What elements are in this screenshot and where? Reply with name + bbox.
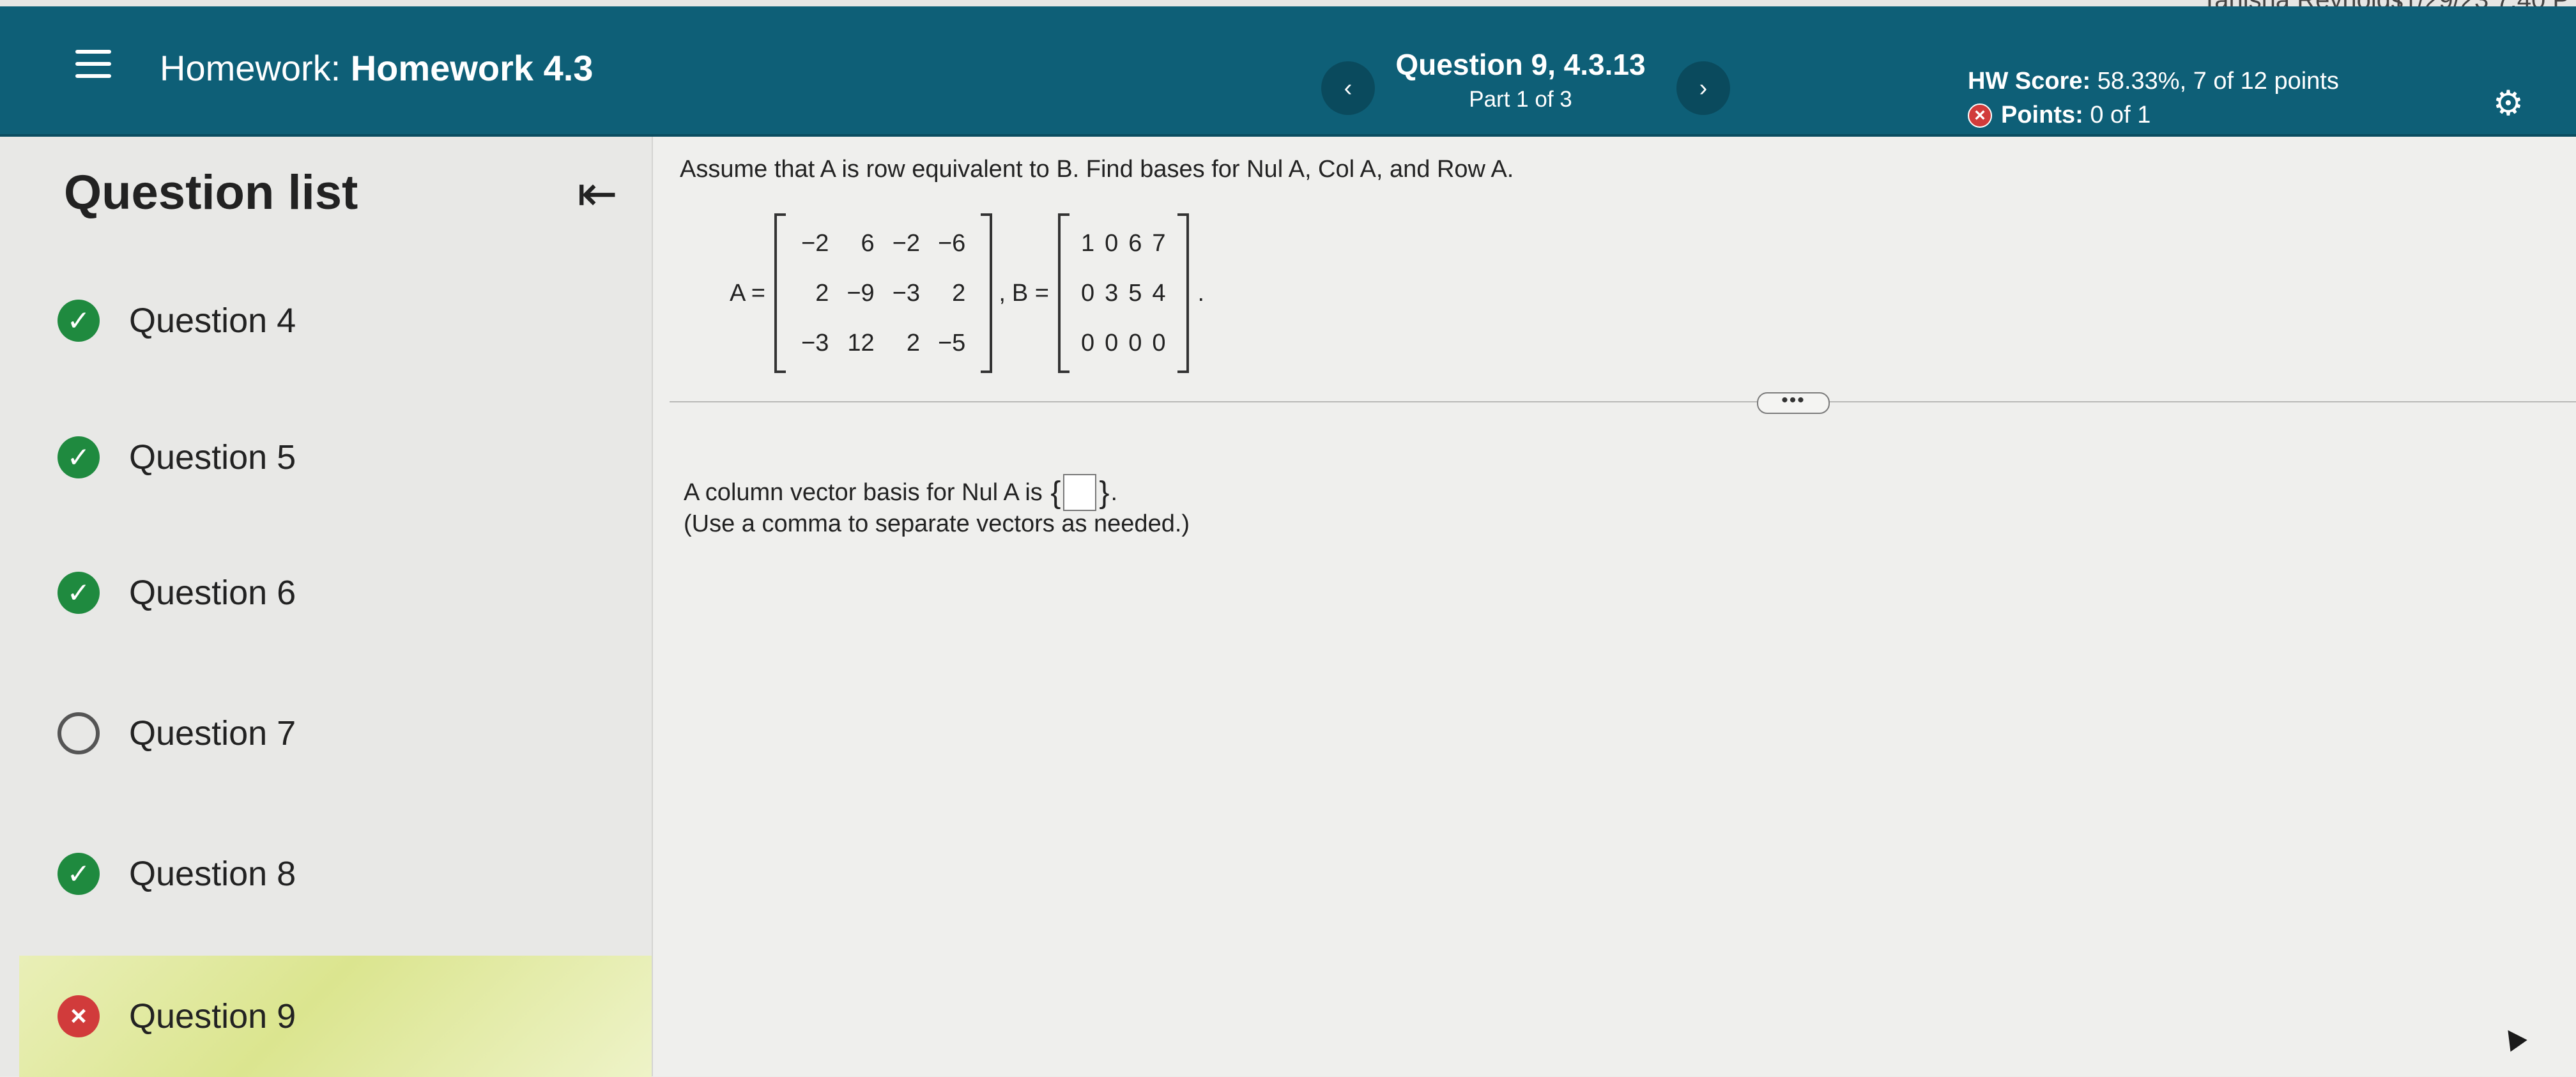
collapse-sidebar-icon[interactable]: ⇤ (562, 169, 632, 220)
question-item-label: Question 4 (129, 302, 296, 340)
matrix-a-cell: 2 (952, 279, 966, 307)
points-row: × Points: 0 of 1 (1968, 102, 2339, 129)
hw-score-value: 58.33%, 7 of 12 points (2097, 68, 2339, 95)
answer-prefix: A column vector basis for Nul A is (684, 478, 1043, 506)
matrix-separator: , (999, 279, 1006, 307)
matrix-a-cell: −9 (847, 279, 875, 307)
chevron-right-icon: › (1699, 74, 1708, 102)
question-title: Question 9, 4.3.13 (1395, 48, 1646, 81)
mouse-cursor-icon (2499, 1024, 2527, 1052)
matrix-b: 1 0 6 7 0 3 5 4 0 0 0 0 (1057, 213, 1189, 373)
matrix-b-cell: 0 (1128, 329, 1142, 356)
section-divider (670, 401, 2576, 402)
question-item-label: Question 9 (129, 997, 296, 1035)
empty-circle-icon (57, 712, 100, 754)
matrix-b-cell: 1 (1080, 229, 1095, 257)
question-list-title: Question list (64, 165, 358, 220)
next-question-button[interactable]: › (1676, 61, 1730, 115)
matrix-b-label: B = (1011, 279, 1049, 307)
question-list-item[interactable]: Question 7 (57, 701, 296, 765)
matrix-b-cell: 7 (1152, 229, 1166, 257)
matrix-a-cell: 6 (861, 229, 875, 257)
question-item-label: Question 7 (129, 714, 296, 752)
homework-title-prefix: Homework: (160, 48, 341, 88)
matrix-b-cell: 6 (1128, 229, 1142, 257)
matrix-a-cell: −5 (937, 329, 966, 356)
menu-icon[interactable] (75, 50, 111, 78)
question-item-label: Question 8 (129, 855, 296, 893)
expand-more-button[interactable]: ••• (1757, 391, 1830, 414)
matrix-a-cell: −2 (892, 229, 920, 257)
matrix-a-cell: −6 (937, 229, 966, 257)
points-label: Points: (2001, 102, 2083, 128)
answer-suffix: . (1110, 478, 1117, 506)
matrix-a-cell: 2 (906, 329, 920, 356)
matrix-a-label: A = (730, 279, 765, 307)
matrix-a: −2 6 −2 −6 2 −9 −3 2 −3 12 2 −5 (774, 213, 993, 373)
question-item-label: Question 5 (129, 438, 296, 477)
matrix-b-cell: 3 (1105, 279, 1119, 307)
answer-line: A column vector basis for Nul A is { } . (684, 474, 1117, 511)
matrix-a-cell: 2 (815, 279, 829, 307)
matrix-a-cell: 12 (847, 329, 875, 356)
matrix-b-cell: 4 (1152, 279, 1166, 307)
matrix-a-cell: −3 (801, 329, 829, 356)
matrix-b-cell: 0 (1105, 229, 1119, 257)
homework-title: Homework: Homework 4.3 (160, 47, 593, 89)
matrix-b-cell: 0 (1080, 279, 1095, 307)
matrix-b-cell: 5 (1128, 279, 1142, 307)
question-prompt: Assume that A is row equivalent to B. Fi… (680, 156, 1514, 183)
close-brace: } (1099, 475, 1110, 510)
matrix-tail-period: . (1197, 279, 1205, 307)
nul-a-basis-input[interactable] (1063, 474, 1097, 511)
homework-title-name: Homework 4.3 (350, 48, 594, 88)
check-icon: ✓ (57, 853, 100, 895)
previous-question-button[interactable]: ‹ (1321, 61, 1375, 115)
matrix-a-cell: −2 (801, 229, 829, 257)
hw-score-label: HW Score: (1968, 68, 2091, 95)
answer-instruction: (Use a comma to separate vectors as need… (684, 510, 1190, 537)
question-part: Part 1 of 3 (1469, 87, 1572, 112)
question-item-label: Question 6 (129, 574, 296, 612)
check-icon: ✓ (57, 572, 100, 614)
points-value: 0 of 1 (2090, 102, 2151, 128)
matrix-b-cell: 0 (1105, 329, 1119, 356)
gear-icon[interactable]: ⚙ (2490, 86, 2526, 121)
matrix-display: A = −2 6 −2 −6 2 −9 −3 2 −3 12 2 −5 , B … (730, 213, 1204, 373)
check-icon: ✓ (57, 436, 100, 478)
matrix-a-cell: −3 (892, 279, 920, 307)
header-bar: Homework: Homework 4.3 ‹ Question 9, 4.3… (0, 6, 2576, 137)
check-icon: ✓ (57, 300, 100, 342)
question-list-item[interactable]: ✓ Question 6 (57, 561, 296, 625)
question-content: Assume that A is row equivalent to B. Fi… (653, 137, 2576, 1076)
incorrect-x-icon: × (1968, 103, 1992, 128)
open-brace: { (1050, 475, 1061, 510)
question-list-sidebar: Question list ⇤ ✓ Question 4 ✓ Question … (0, 137, 653, 1077)
question-heading: Question 9, 4.3.13 Part 1 of 3 (1380, 47, 1661, 112)
matrix-b-cell: 0 (1152, 329, 1166, 356)
matrix-b-cell: 0 (1080, 329, 1095, 356)
question-list-item[interactable]: ✓ Question 5 (57, 425, 296, 489)
hw-score: HW Score: 58.33%, 7 of 12 points (1968, 68, 2339, 95)
question-list-item[interactable]: ✓ Question 4 (57, 289, 296, 353)
chevron-left-icon: ‹ (1344, 74, 1353, 102)
question-list-item-current[interactable]: × Question 9 (19, 956, 652, 1077)
score-panel: HW Score: 58.33%, 7 of 12 points × Point… (1968, 68, 2339, 129)
question-list-item[interactable]: ✓ Question 8 (57, 842, 296, 906)
incorrect-x-icon: × (57, 995, 100, 1037)
